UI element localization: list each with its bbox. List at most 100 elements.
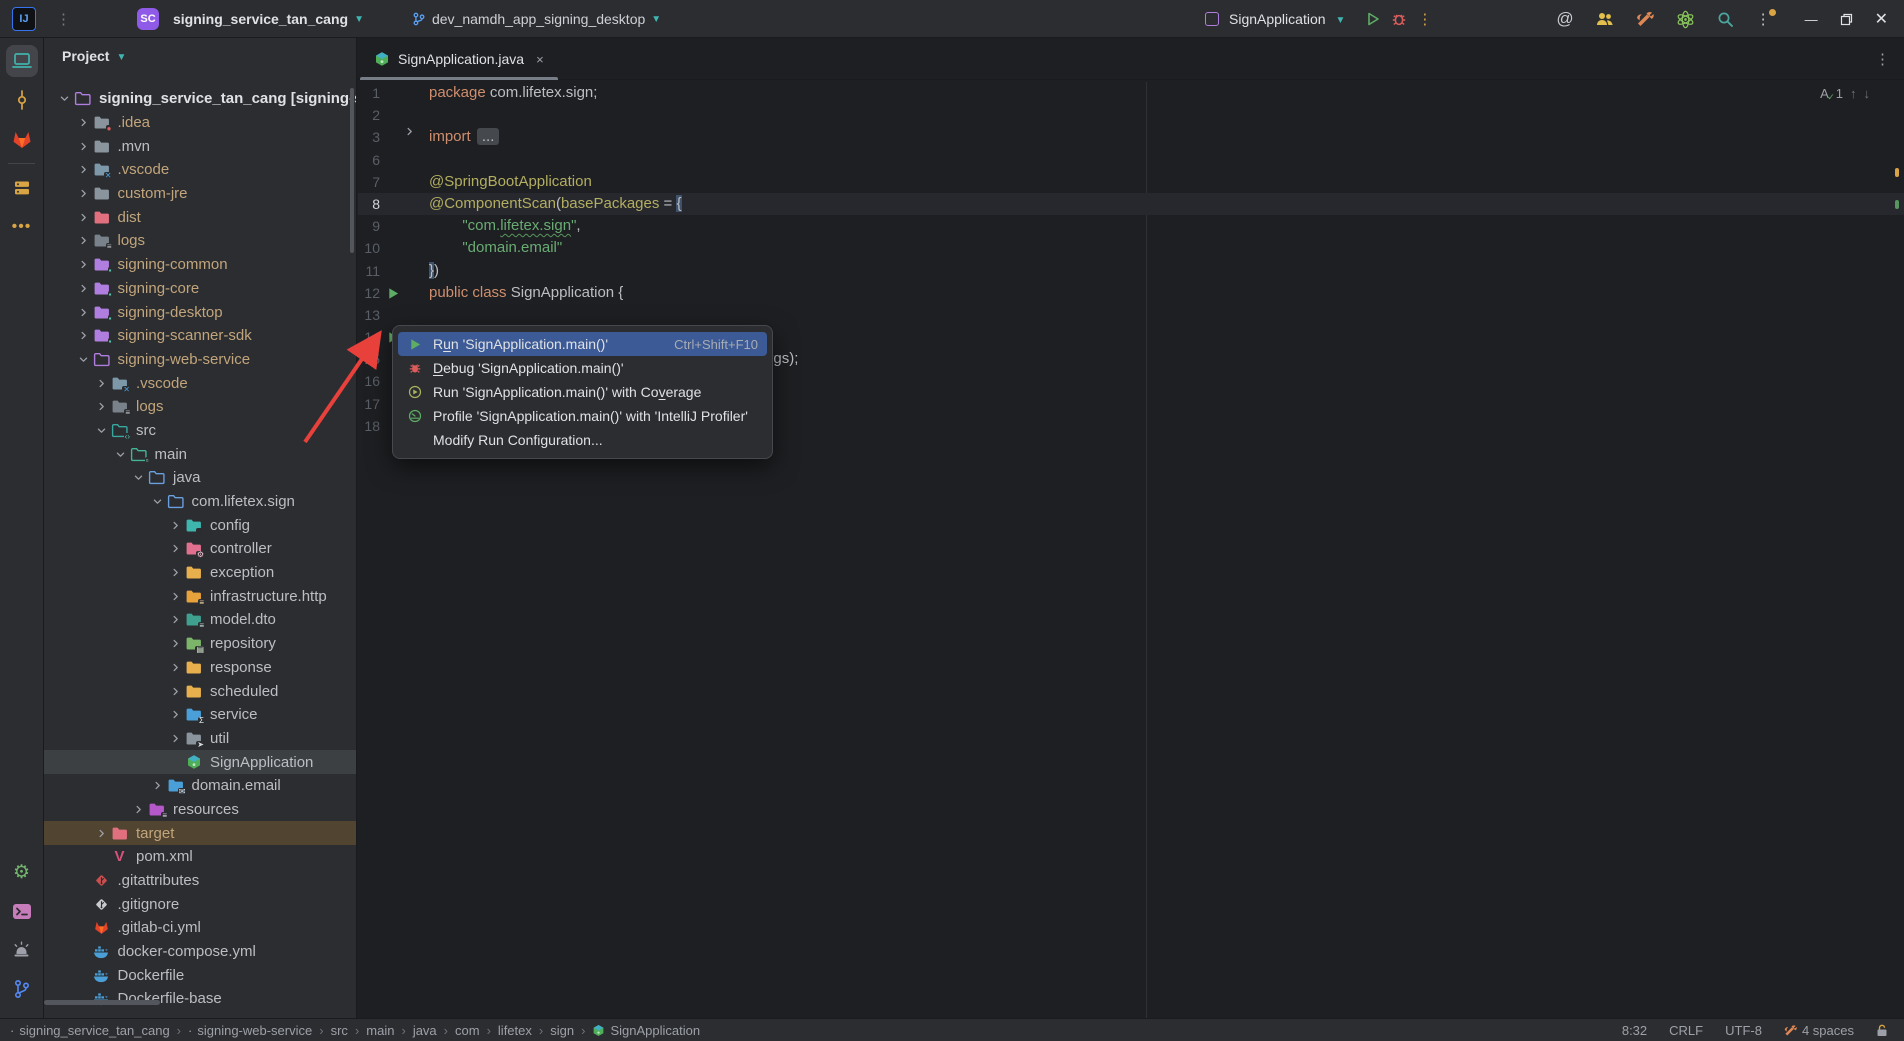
- chevron-right-icon[interactable]: [75, 188, 92, 199]
- tree-item-service[interactable]: Σservice: [44, 703, 356, 727]
- chevron-right-icon[interactable]: [167, 709, 184, 720]
- tree-item-pom-xml[interactable]: Vpom.xml: [44, 845, 356, 869]
- chevron-right-icon[interactable]: [167, 662, 184, 673]
- chevron-right-icon[interactable]: [167, 733, 184, 744]
- tree-item-dockerfile-base[interactable]: Dockerfile-base: [44, 987, 356, 1011]
- menu-item-run[interactable]: Run 'SignApplication.main()' with Covera…: [398, 380, 767, 404]
- chevron-right-icon[interactable]: [167, 520, 184, 531]
- error-stripe-mark[interactable]: [1895, 168, 1899, 177]
- chevron-right-icon[interactable]: [75, 141, 92, 152]
- tree-item--idea[interactable]: ●.idea: [44, 111, 356, 135]
- tree-item-custom-jre[interactable]: custom-jre: [44, 182, 356, 206]
- tree-item-signing-service-tan-cang-signing-service-[interactable]: signing_service_tan_cang [signing-servic…: [44, 87, 356, 111]
- chevron-right-icon[interactable]: [93, 828, 110, 839]
- more-run-actions-icon[interactable]: ⋮: [1417, 10, 1432, 28]
- chevron-right-icon[interactable]: [167, 567, 184, 578]
- fold-expand-icon[interactable]: [404, 126, 415, 137]
- run-gutter-icon[interactable]: [387, 287, 400, 300]
- code-line-13[interactable]: 13: [358, 304, 1904, 326]
- project-avatar[interactable]: SC: [137, 8, 159, 30]
- breadcrumb-lifetex[interactable]: lifetex: [498, 1023, 532, 1038]
- chevron-right-icon[interactable]: [93, 401, 110, 412]
- code-with-me-icon[interactable]: [1596, 11, 1614, 27]
- search-everywhere-icon[interactable]: [1717, 11, 1734, 28]
- gitlab-tool-button[interactable]: [6, 123, 38, 155]
- breadcrumb-main[interactable]: main: [366, 1023, 394, 1038]
- restore-button[interactable]: [1840, 13, 1853, 26]
- tree-item-signing-core[interactable]: ▪signing-core: [44, 277, 356, 301]
- tree-item-dockerfile[interactable]: Dockerfile: [44, 963, 356, 987]
- ai-assistant-icon[interactable]: @: [1556, 9, 1573, 29]
- tree-item--mvn[interactable]: .mvn: [44, 134, 356, 158]
- settings-menu-icon[interactable]: ⋮: [1756, 10, 1771, 28]
- tree-item-infrastructure-http[interactable]: ≡infrastructure.http: [44, 584, 356, 608]
- chevron-down-icon[interactable]: [130, 472, 147, 483]
- project-vertical-scrollbar[interactable]: [350, 88, 354, 253]
- tree-item-signapplication[interactable]: SignApplication: [44, 750, 356, 774]
- tree-item-java[interactable]: java: [44, 466, 356, 490]
- close-button[interactable]: ✕: [1875, 9, 1888, 29]
- tree-item--vscode[interactable]: ✕.vscode: [44, 158, 356, 182]
- tree-item-dist[interactable]: dist: [44, 205, 356, 229]
- breadcrumb-java[interactable]: java: [413, 1023, 437, 1038]
- commit-tool-button[interactable]: [6, 84, 38, 116]
- chevron-right-icon[interactable]: [75, 259, 92, 270]
- tree-item-repository[interactable]: ▤repository: [44, 632, 356, 656]
- chevron-down-icon[interactable]: [75, 354, 92, 365]
- tree-item-com-lifetex-sign[interactable]: com.lifetex.sign: [44, 490, 356, 514]
- breadcrumb-signing-service-tan-cang[interactable]: ·signing_service_tan_cang: [10, 1023, 170, 1038]
- services-tool-button[interactable]: [6, 172, 38, 204]
- tree-item-docker-compose-yml[interactable]: docker-compose.yml: [44, 940, 356, 964]
- code-viewport[interactable]: 1package com.lifetex.sign;23import ...67…: [358, 82, 1904, 1018]
- chevron-right-icon[interactable]: [130, 804, 147, 815]
- menu-item-run[interactable]: Run 'SignApplication.main()'Ctrl+Shift+F…: [398, 332, 767, 356]
- code-line-6[interactable]: 6: [358, 149, 1904, 171]
- error-stripe-mark[interactable]: [1895, 200, 1899, 209]
- tree-item-scheduled[interactable]: scheduled: [44, 679, 356, 703]
- version-control-tool-button[interactable]: [6, 973, 38, 1005]
- chevron-down-icon[interactable]: [112, 449, 129, 460]
- tree-item-util[interactable]: ➤util: [44, 727, 356, 751]
- chevron-right-icon[interactable]: [167, 543, 184, 554]
- terminal-tool-button[interactable]: [6, 895, 38, 927]
- menu-item-modify-run-configuration-[interactable]: Modify Run Configuration...: [398, 428, 767, 452]
- chevron-right-icon[interactable]: [167, 614, 184, 625]
- tree-item--gitignore[interactable]: .gitignore: [44, 892, 356, 916]
- line-separator[interactable]: CRLF: [1669, 1023, 1703, 1038]
- tree-item--gitattributes[interactable]: .gitattributes: [44, 869, 356, 893]
- chevron-right-icon[interactable]: [75, 164, 92, 175]
- caret-position[interactable]: 8:32: [1622, 1023, 1647, 1038]
- chevron-right-icon[interactable]: [167, 591, 184, 602]
- file-lock-icon[interactable]: [1876, 1024, 1888, 1037]
- chevron-right-icon[interactable]: [75, 117, 92, 128]
- code-line-9[interactable]: 9 "com.lifetex.sign",: [358, 215, 1904, 237]
- chevron-right-icon[interactable]: [93, 378, 110, 389]
- breadcrumb-sign[interactable]: sign: [550, 1023, 574, 1038]
- file-encoding[interactable]: UTF-8: [1725, 1023, 1762, 1038]
- project-tool-button[interactable]: [6, 45, 38, 77]
- tree-item-config[interactable]: ⚙config: [44, 513, 356, 537]
- tree-item-signing-common[interactable]: ▪signing-common: [44, 253, 356, 277]
- breadcrumb-src[interactable]: src: [331, 1023, 348, 1038]
- breadcrumb-signing-web-service[interactable]: ·signing-web-service: [188, 1023, 312, 1038]
- menu-item-profile[interactable]: Profile 'SignApplication.main()' with 'I…: [398, 404, 767, 428]
- problems-tool-button[interactable]: [6, 934, 38, 966]
- tree-item-response[interactable]: response: [44, 656, 356, 680]
- tree-item-model-dto[interactable]: ≡model.dto: [44, 608, 356, 632]
- chevron-down-icon[interactable]: [93, 425, 110, 436]
- breadcrumb-signapplication[interactable]: SignApplication: [592, 1023, 700, 1038]
- chevron-right-icon[interactable]: [75, 307, 92, 318]
- breadcrumb-com[interactable]: com: [455, 1023, 480, 1038]
- tree-item-logs[interactable]: ≡logs: [44, 229, 356, 253]
- code-line-11[interactable]: 11}): [358, 260, 1904, 282]
- chevron-down-icon[interactable]: [56, 93, 73, 104]
- code-line-3[interactable]: 3import ...: [358, 126, 1904, 148]
- code-line-12[interactable]: 12public class SignApplication {: [358, 282, 1904, 304]
- indent-style[interactable]: 4 spaces: [1784, 1023, 1854, 1038]
- code-line-1[interactable]: 1package com.lifetex.sign;: [358, 82, 1904, 104]
- project-horizontal-scrollbar[interactable]: [44, 1000, 160, 1005]
- main-menu-icon[interactable]: ⋮: [50, 10, 77, 28]
- chevron-right-icon[interactable]: [75, 235, 92, 246]
- chevron-right-icon[interactable]: [75, 330, 92, 341]
- menu-item-debug[interactable]: Debug 'SignApplication.main()': [398, 356, 767, 380]
